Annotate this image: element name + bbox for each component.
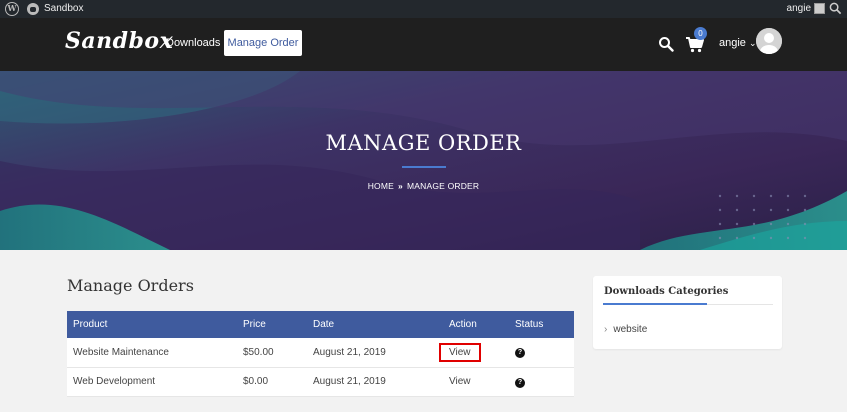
order-status-cell: ? [509, 367, 574, 397]
order-date: August 21, 2019 [307, 338, 443, 368]
order-price: $50.00 [237, 338, 307, 368]
cart-count-badge: 0 [694, 27, 707, 40]
category-label: website [613, 324, 648, 335]
order-product: Website Maintenance [67, 338, 237, 368]
chevron-right-icon: › [604, 324, 608, 335]
avatar-silhouette-icon [756, 28, 782, 54]
orders-heading: Manage Orders [67, 276, 194, 295]
breadcrumb-separator: » [398, 181, 403, 191]
order-date: August 21, 2019 [307, 367, 443, 397]
column-header-product: Product [67, 311, 237, 338]
column-header-action: Action [443, 311, 509, 338]
view-order-link[interactable]: View [449, 376, 471, 387]
downloads-categories-widget: Downloads Categories › website [593, 276, 782, 349]
page-title: MANAGE ORDER [325, 131, 522, 155]
title-underline [402, 166, 446, 168]
site-header: Sandbox Downloads Manage Order 0 angie ⌄ [0, 18, 847, 71]
table-row: Website Maintenance $50.00 August 21, 20… [67, 338, 574, 368]
category-item-website[interactable]: › website [604, 324, 647, 335]
orders-table: Product Price Date Action Status Website… [67, 311, 574, 397]
user-name: angie [719, 37, 746, 49]
admin-bar: W Sandbox angie [0, 0, 847, 18]
column-header-status: Status [509, 311, 574, 338]
order-status-cell: ? [509, 338, 574, 368]
order-product: Web Development [67, 367, 237, 397]
order-price: $0.00 [237, 367, 307, 397]
column-header-price: Price [237, 311, 307, 338]
widget-divider-accent [603, 303, 707, 305]
page-hero-banner: MANAGE ORDER HOME» MANAGE ORDER [0, 71, 847, 250]
breadcrumb-home-link[interactable]: HOME [368, 181, 394, 191]
user-avatar[interactable] [756, 28, 782, 54]
site-logo[interactable]: Sandbox [65, 28, 173, 54]
breadcrumb-current: MANAGE ORDER [406, 181, 480, 191]
admin-bar-avatar[interactable] [814, 3, 825, 14]
question-circle-icon[interactable]: ? [515, 348, 525, 359]
widget-title: Downloads Categories [604, 286, 729, 297]
user-menu-toggle[interactable]: angie ⌄ [719, 37, 757, 49]
table-row: Web Development $0.00 August 21, 2019 Vi… [67, 367, 574, 397]
view-order-link[interactable]: View [439, 342, 481, 362]
wordpress-logo-icon[interactable]: W [5, 2, 19, 16]
site-dashboard-icon[interactable] [27, 3, 39, 15]
nav-manage-order-button[interactable]: Manage Order [224, 30, 302, 56]
order-action-cell: View [443, 367, 509, 397]
table-header-row: Product Price Date Action Status [67, 311, 574, 338]
nav-downloads-link[interactable]: Downloads [166, 37, 220, 49]
hero-background-art [0, 71, 847, 250]
column-header-date: Date [307, 311, 443, 338]
admin-bar-search-icon[interactable] [829, 2, 842, 15]
search-icon[interactable] [658, 36, 674, 52]
admin-bar-user-name[interactable]: angie [787, 3, 811, 14]
admin-bar-site-name[interactable]: Sandbox [44, 3, 83, 14]
order-action-cell: View [439, 338, 509, 368]
question-circle-icon[interactable]: ? [515, 377, 525, 388]
breadcrumb: HOME » MANAGE ORDER [0, 181, 847, 191]
